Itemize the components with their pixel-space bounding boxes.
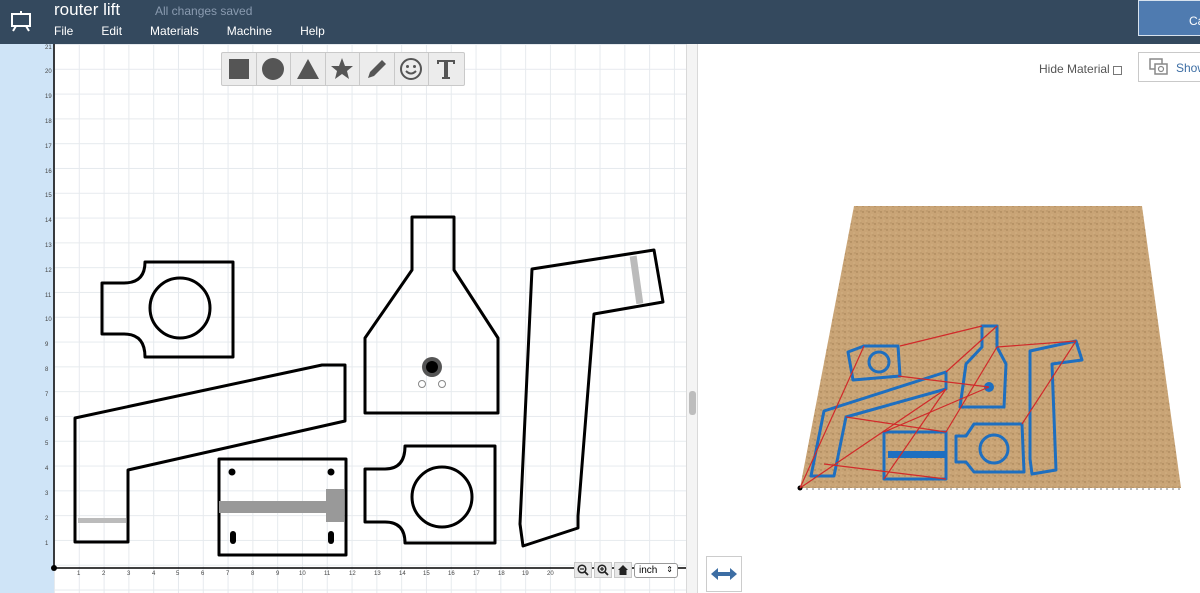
y-tick: 19 (45, 94, 52, 100)
x-tick: 16 (448, 571, 455, 577)
x-tick: 6 (201, 571, 205, 577)
y-tick: 11 (45, 293, 52, 299)
y-tick: 7 (45, 392, 49, 398)
circle-tool-icon[interactable] (257, 53, 291, 85)
y-tick: 1 (45, 541, 49, 547)
zoom-out-icon[interactable] (574, 562, 592, 578)
hide-material-toggle[interactable]: Hide Material (1039, 62, 1122, 76)
show-cut-path-button[interactable]: Show (1138, 52, 1200, 82)
design-part-bracket-1 (73, 363, 347, 544)
text-tool-icon[interactable] (429, 53, 464, 85)
swap-view-button[interactable] (706, 556, 742, 592)
x-tick: 17 (473, 571, 480, 577)
drill-hole-small (418, 380, 426, 388)
y-tick: 4 (45, 466, 49, 472)
material-3d-preview[interactable] (796, 204, 1181, 506)
pocket-slot (78, 518, 126, 523)
triangle-tool-icon[interactable] (291, 53, 326, 85)
shape-toolbar (221, 52, 465, 86)
menu-help[interactable]: Help (300, 24, 325, 38)
menu-machine[interactable]: Machine (227, 24, 272, 38)
pocket-block (326, 489, 344, 522)
x-tick: 8 (251, 571, 255, 577)
project-title[interactable]: router lift (54, 0, 120, 20)
design-shapes: 21 20 19 18 17 16 15 14 13 12 11 10 9 8 … (45, 44, 686, 577)
x-tick: 19 (522, 571, 529, 577)
x-tick: 5 (176, 571, 180, 577)
x-tick: 12 (349, 571, 356, 577)
design-part-hole-2 (410, 465, 474, 529)
x-tick: 14 (399, 571, 406, 577)
double-arrow-icon (711, 568, 737, 580)
star-tool-icon[interactable] (326, 53, 360, 85)
y-tick: 8 (45, 367, 49, 373)
zoom-controls: inch ⇕ (574, 562, 678, 578)
x-tick: 11 (324, 571, 331, 577)
zoom-in-icon[interactable] (594, 562, 612, 578)
y-tick: 3 (45, 491, 49, 497)
menu-file[interactable]: File (54, 24, 73, 38)
pocket-slot (629, 255, 644, 305)
carve-button[interactable]: Ca (1138, 0, 1200, 36)
x-tick: 18 (498, 571, 505, 577)
square-tool-icon[interactable] (222, 53, 257, 85)
y-tick: 2 (45, 516, 49, 522)
x-tick: 4 (152, 571, 156, 577)
drill-hole-large (426, 361, 438, 373)
smiley-tool-icon[interactable] (395, 53, 429, 85)
x-tick: 20 (547, 571, 554, 577)
save-status: All changes saved (155, 4, 253, 18)
x-tick: 1 (77, 571, 81, 577)
drill-hole-small (438, 380, 446, 388)
design-part-funnel (363, 215, 500, 415)
hide-material-checkbox[interactable] (1112, 65, 1122, 75)
toolpath-icon (1149, 58, 1168, 75)
drill-slot (328, 531, 334, 544)
y-tick: 13 (45, 243, 52, 249)
unit-value: inch (639, 564, 658, 576)
y-tick: 6 (45, 417, 49, 423)
y-tick: 12 (45, 268, 52, 274)
x-tick: 7 (226, 571, 230, 577)
splitter-handle[interactable] (689, 391, 696, 415)
pencil-tool-icon[interactable] (360, 53, 395, 85)
y-tick: 10 (45, 317, 52, 323)
show-button-label: Show (1176, 61, 1200, 75)
design-part-clamp-2 (363, 444, 497, 545)
x-tick: 15 (423, 571, 430, 577)
design-part-hole-1 (148, 276, 212, 340)
design-part-clamp-1 (100, 260, 235, 359)
toolpath-pocket-bar (888, 451, 946, 458)
y-tick: 18 (45, 119, 52, 125)
drill-hole (228, 468, 236, 476)
x-tick: 10 (299, 571, 306, 577)
design-canvas[interactable]: 21 20 19 18 17 16 15 14 13 12 11 10 9 8 … (0, 44, 686, 593)
y-tick: 5 (45, 441, 49, 447)
drill-slot (230, 531, 236, 544)
menu-materials[interactable]: Materials (150, 24, 199, 38)
pocket-bar (219, 501, 329, 513)
y-tick: 14 (45, 218, 52, 224)
y-tick: 17 (45, 144, 52, 150)
y-tick: 15 (45, 193, 52, 199)
drill-hole (327, 468, 335, 476)
easel-icon[interactable] (10, 10, 32, 32)
unit-select[interactable]: inch ⇕ (634, 562, 678, 578)
x-tick: 9 (276, 571, 280, 577)
y-tick: 16 (45, 169, 52, 175)
top-bar: router lift All changes saved File Edit … (0, 0, 1200, 44)
x-tick: 13 (374, 571, 381, 577)
y-tick: 20 (45, 69, 52, 75)
hide-material-label: Hide Material (1039, 62, 1110, 76)
y-tick: 21 (45, 45, 52, 51)
x-tick: 2 (102, 571, 106, 577)
home-icon[interactable] (614, 562, 632, 578)
menu-bar: File Edit Materials Machine Help (54, 24, 353, 38)
select-arrows-icon: ⇕ (666, 564, 673, 574)
x-tick: 3 (127, 571, 131, 577)
menu-edit[interactable]: Edit (101, 24, 122, 38)
pane-splitter[interactable] (686, 44, 698, 593)
y-tick: 9 (45, 342, 49, 348)
